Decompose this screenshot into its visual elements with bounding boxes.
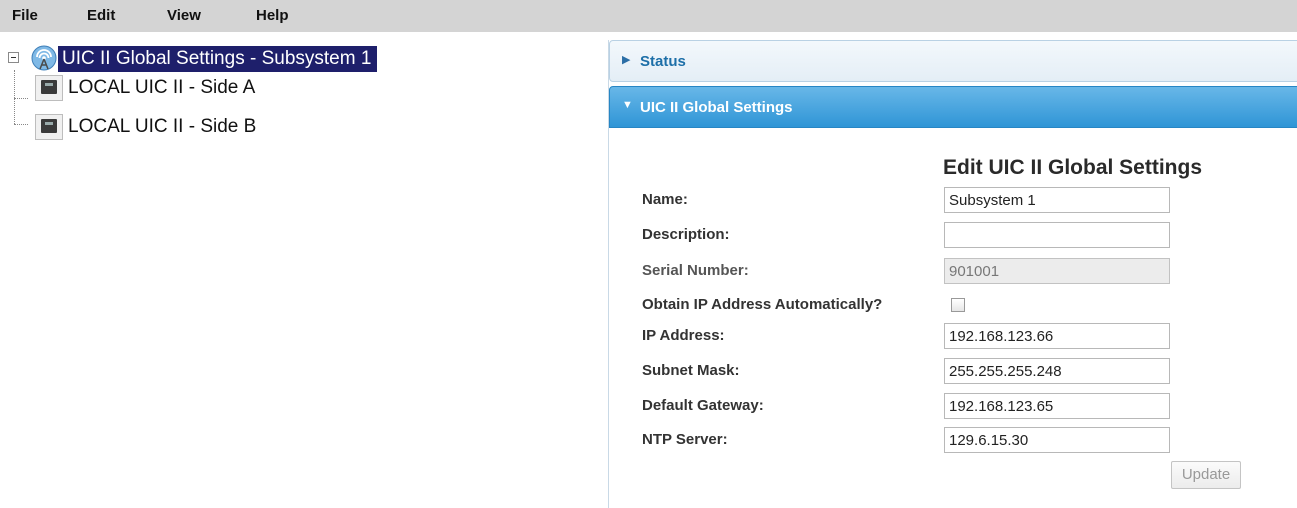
tree-item-label[interactable]: LOCAL UIC II - Side A <box>68 75 255 101</box>
tree-root-label[interactable]: UIC II Global Settings - Subsystem 1 <box>58 46 378 72</box>
triangle-right-icon: ▶ <box>622 54 631 66</box>
accordion-status-title: Status <box>640 53 686 70</box>
ip-address-label: IP Address: <box>642 327 725 344</box>
tree-connector <box>14 70 15 124</box>
form-row-default-gateway: Default Gateway: <box>609 392 1297 420</box>
device-icon <box>35 114 63 140</box>
triangle-down-icon: ▼ <box>622 99 633 111</box>
obtain-ip-label: Obtain IP Address Automatically? <box>642 296 883 313</box>
name-label: Name: <box>642 191 688 208</box>
ip-address-field[interactable] <box>944 323 1170 349</box>
obtain-ip-checkbox[interactable] <box>951 298 965 312</box>
menu-help[interactable]: Help <box>256 6 289 26</box>
name-field[interactable] <box>944 187 1170 213</box>
antenna-icon <box>31 45 57 71</box>
ntp-server-field[interactable] <box>944 427 1170 453</box>
form-row-serial-number: Serial Number: <box>609 257 1297 285</box>
device-icon <box>35 75 63 101</box>
serial-number-label: Serial Number: <box>642 262 749 279</box>
form-title: Edit UIC II Global Settings <box>943 156 1203 179</box>
accordion-status-header[interactable]: ▶ Status <box>609 40 1297 82</box>
serial-number-field <box>944 258 1170 284</box>
form-row-ntp-server: NTP Server: <box>609 426 1297 454</box>
default-gateway-field[interactable] <box>944 393 1170 419</box>
menu-view[interactable]: View <box>167 6 201 26</box>
subnet-mask-field[interactable] <box>944 358 1170 384</box>
description-label: Description: <box>642 226 730 243</box>
collapse-toggle[interactable] <box>8 52 19 63</box>
menu-file[interactable]: File <box>12 6 38 26</box>
accordion-global-settings-title: UIC II Global Settings <box>640 99 793 116</box>
tree-item-label[interactable]: LOCAL UIC II - Side B <box>68 114 256 140</box>
accordion-global-settings-header[interactable]: ▼ UIC II Global Settings <box>609 86 1297 128</box>
settings-panel: ▶ Status ▼ UIC II Global Settings Edit U… <box>608 40 1297 508</box>
tree-connector <box>14 98 28 99</box>
form-row-obtain-ip: Obtain IP Address Automatically? <box>609 291 1297 319</box>
form-row-ip-address: IP Address: <box>609 322 1297 350</box>
form-row-name: Name: <box>609 186 1297 214</box>
menu-edit[interactable]: Edit <box>87 6 115 26</box>
menu-bar: File Edit View Help <box>0 0 1297 32</box>
form-row-description: Description: <box>609 221 1297 249</box>
tree-connector <box>14 124 28 125</box>
subnet-mask-label: Subnet Mask: <box>642 362 740 379</box>
default-gateway-label: Default Gateway: <box>642 397 764 414</box>
ntp-server-label: NTP Server: <box>642 431 728 448</box>
device-tree: UIC II Global Settings - Subsystem 1 LOC… <box>0 40 600 508</box>
form-row-subnet-mask: Subnet Mask: <box>609 357 1297 385</box>
update-button[interactable]: Update <box>1171 461 1241 489</box>
description-field[interactable] <box>944 222 1170 248</box>
